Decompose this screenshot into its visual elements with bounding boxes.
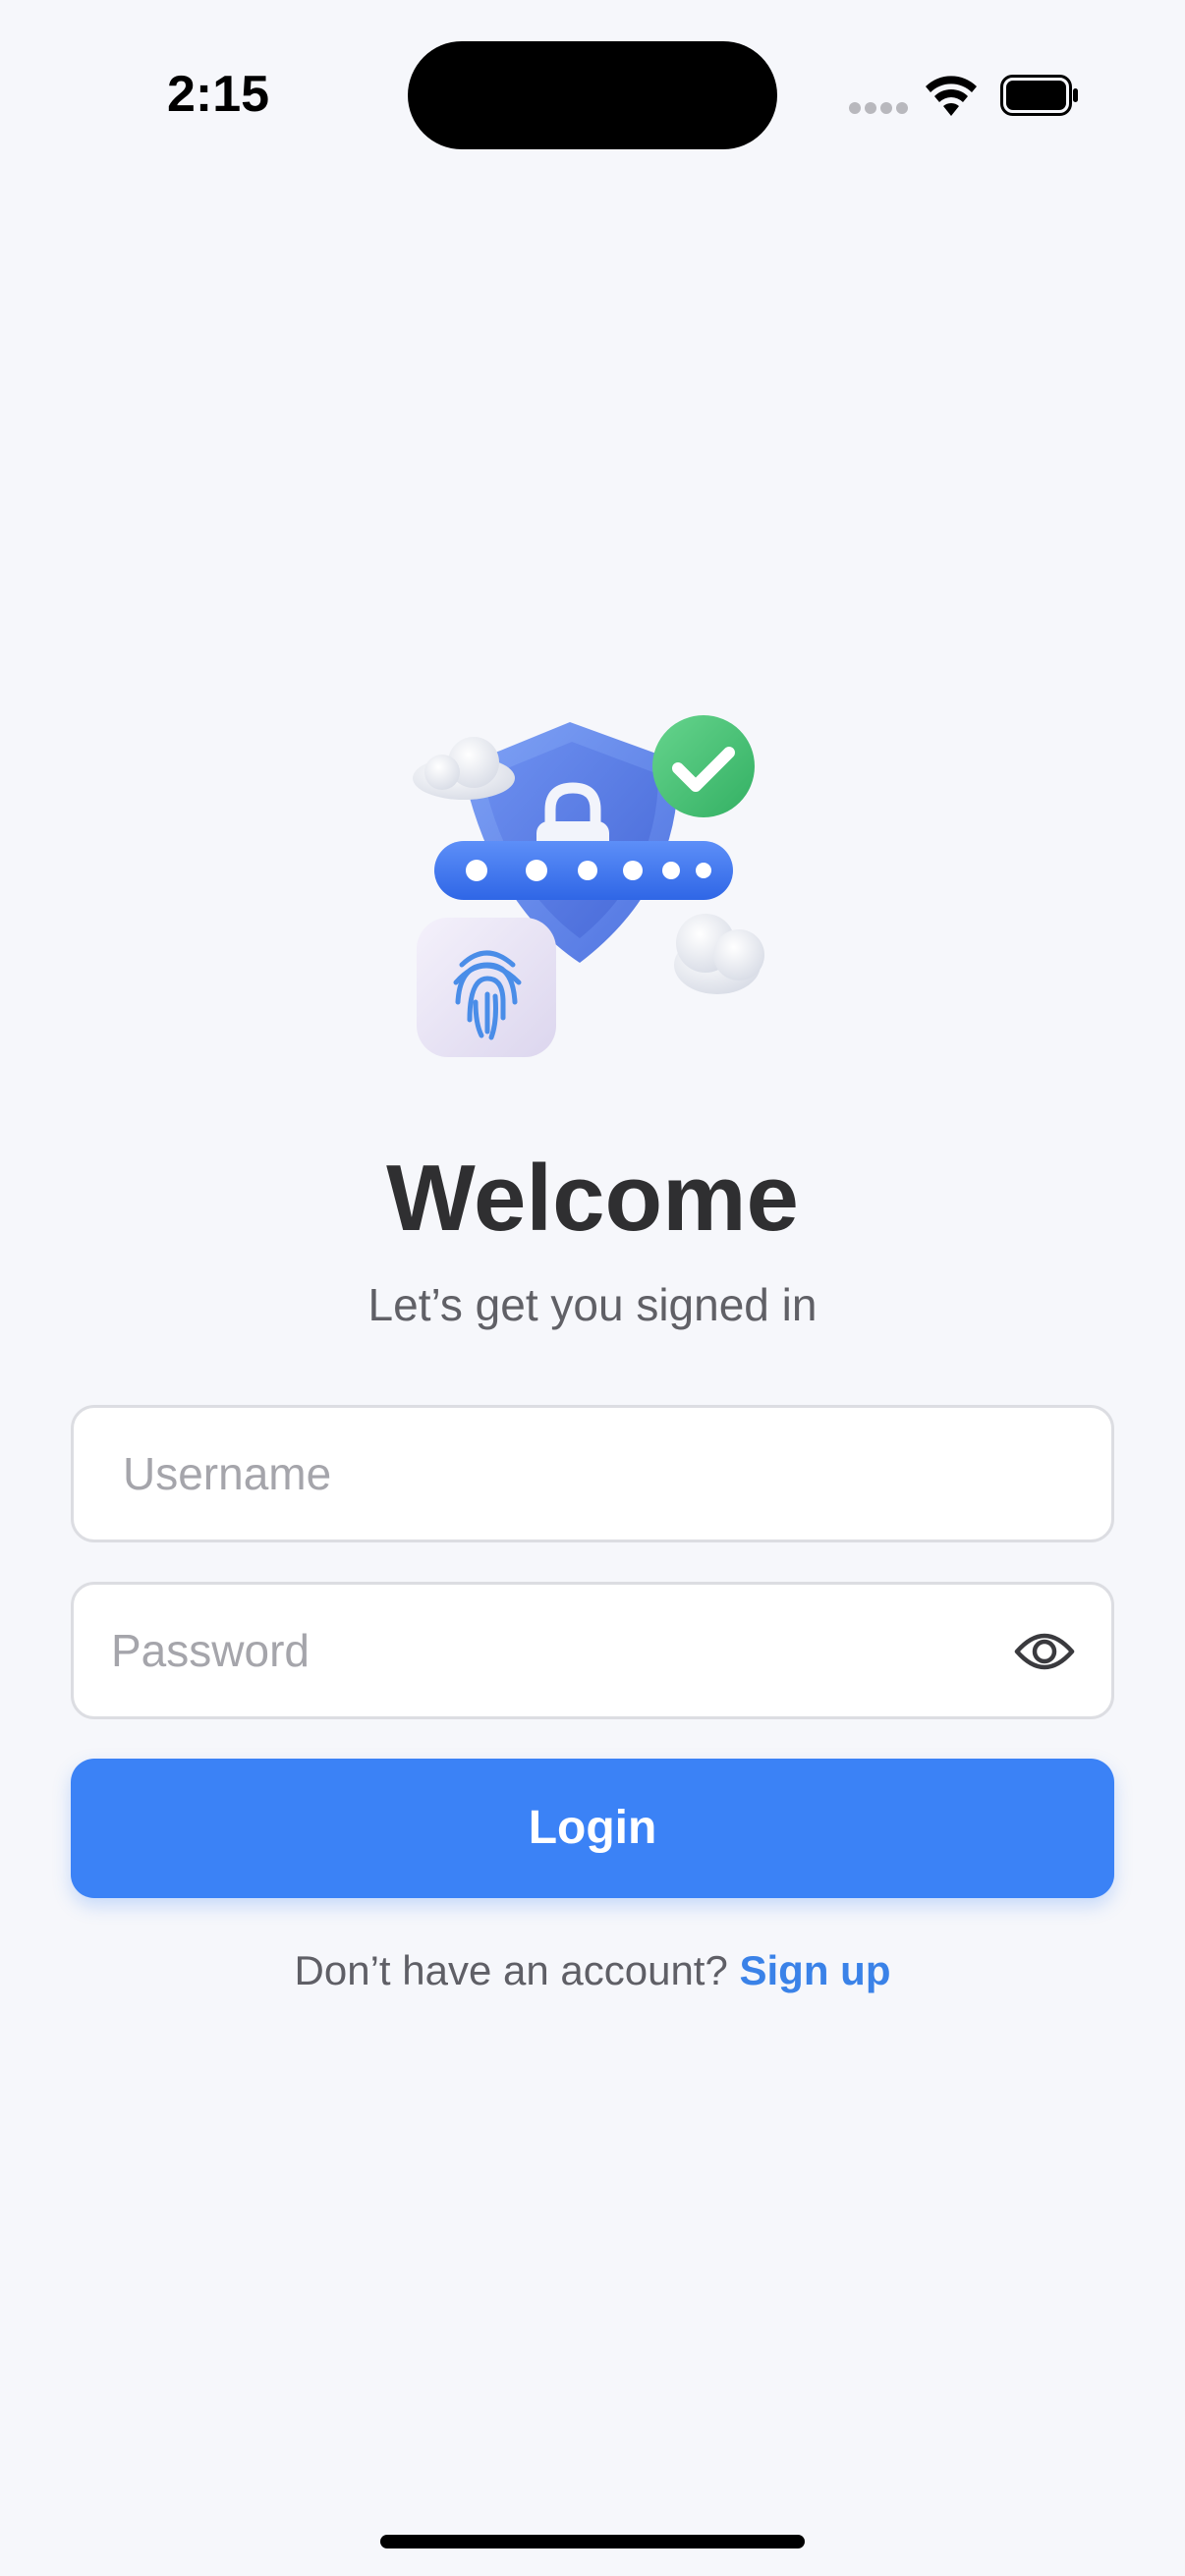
fingerprint-icon	[417, 918, 556, 1057]
username-input[interactable]	[74, 1408, 1111, 1540]
signup-link[interactable]: Sign up	[740, 1947, 891, 1993]
signup-prompt: Don’t have an account?	[294, 1947, 728, 1993]
cloud-icon	[674, 914, 764, 994]
password-input[interactable]	[74, 1585, 1111, 1716]
welcome-title: Welcome	[386, 1146, 799, 1251]
status-bar: 2:15	[0, 0, 1185, 196]
eye-icon[interactable]	[1013, 1624, 1076, 1679]
status-time: 2:15	[167, 66, 270, 123]
checkmark-icon	[652, 715, 755, 817]
home-indicator[interactable]	[380, 2535, 805, 2548]
welcome-subtitle: Let’s get you signed in	[367, 1279, 818, 1330]
cloud-icon	[413, 737, 515, 800]
battery-icon	[1000, 75, 1078, 116]
security-shield-illustration	[413, 715, 764, 1057]
username-field-container	[71, 1405, 1114, 1542]
password-dots-icon	[434, 841, 733, 900]
dynamic-island	[408, 41, 777, 149]
signup-row: Don’t have an account? Sign up	[0, 1941, 1185, 2000]
wifi-icon	[926, 76, 977, 116]
login-button[interactable]: Login	[71, 1759, 1114, 1898]
password-field-container	[71, 1582, 1114, 1719]
cellular-signal-icon	[849, 102, 908, 116]
